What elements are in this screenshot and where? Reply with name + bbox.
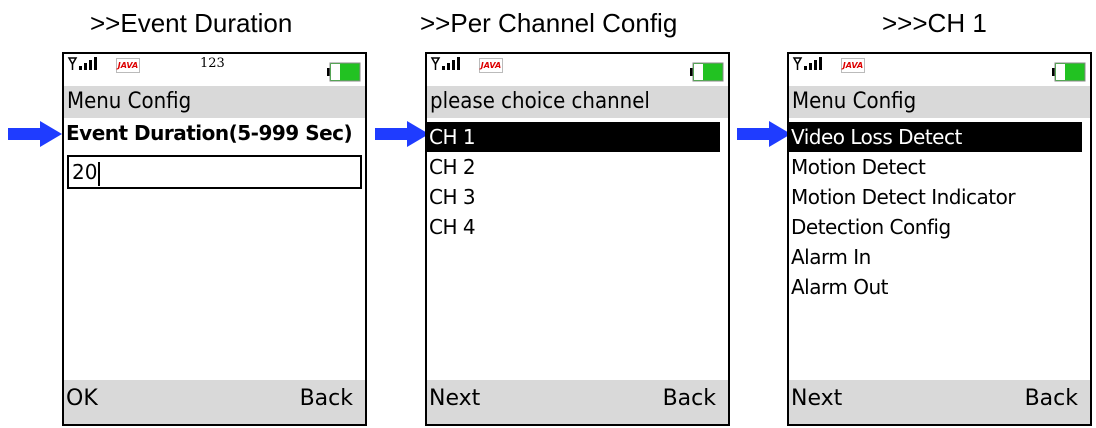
phone-screen-event-duration: JAVA 123 Menu Config Event Duration(5-99…: [62, 52, 367, 426]
status-ticker: 123: [200, 56, 225, 71]
screen-title: Menu Config: [789, 86, 1090, 118]
event-duration-value: 20: [72, 160, 98, 184]
pointer-arrow-icon: [375, 121, 429, 147]
list-item-ch1[interactable]: CH 1: [427, 122, 720, 152]
menu-item-alarm-in[interactable]: Alarm In: [789, 242, 1090, 272]
pointer-arrow-icon: [737, 121, 791, 147]
screen-title: Menu Config: [64, 86, 365, 118]
screen-title: please choice channel: [427, 86, 728, 118]
signal-icon: [430, 57, 460, 70]
softkey-bar: Next Back: [789, 380, 1090, 424]
field-label: Event Duration(5-999 Sec): [66, 121, 353, 145]
java-icon: JAVA: [841, 58, 865, 73]
java-icon: JAVA: [116, 58, 140, 73]
caption-event-duration: >>Event Duration: [90, 8, 293, 38]
next-softkey[interactable]: Next: [429, 386, 480, 411]
list-item-ch3[interactable]: CH 3: [427, 182, 728, 212]
caption-per-channel-config: >>Per Channel Config: [420, 8, 678, 38]
status-bar: JAVA: [789, 54, 1090, 84]
menu-item-motion-detect[interactable]: Motion Detect: [789, 152, 1090, 182]
back-softkey[interactable]: Back: [1025, 386, 1078, 411]
softkey-bar: Next Back: [427, 380, 728, 424]
menu-item-motion-detect-indicator[interactable]: Motion Detect Indicator: [789, 182, 1090, 212]
menu-item-alarm-out[interactable]: Alarm Out: [789, 272, 1090, 302]
signal-icon: [67, 57, 97, 70]
battery-icon: [1052, 62, 1086, 82]
list-item-ch4[interactable]: CH 4: [427, 212, 728, 242]
event-duration-input[interactable]: 20: [67, 155, 362, 189]
phone-screen-channel-select: JAVA please choice channel CH 1 CH 2 CH …: [425, 52, 730, 426]
battery-icon: [327, 62, 361, 82]
menu-item-detection-config[interactable]: Detection Config: [789, 212, 1090, 242]
back-softkey[interactable]: Back: [300, 386, 353, 411]
list-item-ch2[interactable]: CH 2: [427, 152, 728, 182]
menu-item-video-loss-detect[interactable]: Video Loss Detect: [789, 122, 1082, 152]
java-icon: JAVA: [479, 58, 503, 73]
next-softkey[interactable]: Next: [791, 386, 842, 411]
phone-screen-ch1-menu: JAVA Menu Config Video Loss Detect Motio…: [787, 52, 1092, 426]
status-bar: JAVA: [427, 54, 728, 84]
pointer-arrow-icon: [8, 121, 62, 147]
back-softkey[interactable]: Back: [663, 386, 716, 411]
text-cursor: [98, 161, 101, 186]
caption-ch1: >>>CH 1: [882, 8, 987, 38]
ok-softkey[interactable]: OK: [66, 386, 98, 411]
status-bar: JAVA 123: [64, 54, 365, 84]
battery-icon: [690, 62, 724, 82]
signal-icon: [792, 57, 822, 70]
softkey-bar: OK Back: [64, 380, 365, 424]
